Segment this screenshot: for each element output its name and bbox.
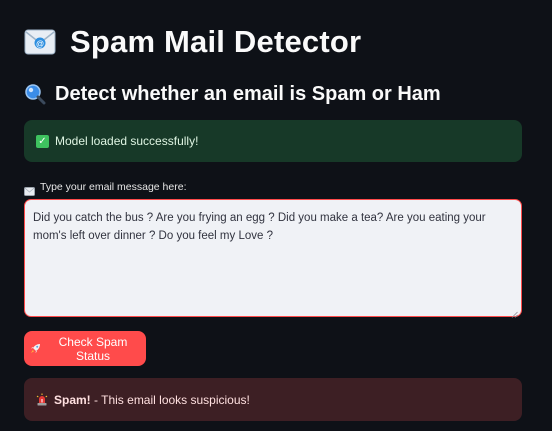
page-subtitle-row: Detect whether an email is Spam or Ham [24,80,441,108]
magnifying-glass-icon [24,83,46,105]
success-alert-text: Model loaded successfully! [55,134,199,148]
result-alert: Spam! - This email looks suspicious! [24,378,522,421]
resize-handle-icon[interactable] [511,306,518,318]
message-field-label: Type your email message here: [40,181,187,193]
page-title: Spam Mail Detector [70,24,362,59]
check-spam-status-label: Check Spam Status [58,334,128,363]
svg-text:@: @ [36,39,44,48]
email-message-textarea[interactable]: Did you catch the bus ? Are you frying a… [24,199,522,318]
app-root: @ Spam Mail Detector Detect whether an e… [0,0,552,431]
success-alert: ✓ Model loaded successfully! [24,120,522,162]
siren-icon [36,393,48,406]
email-message-text[interactable]: Did you catch the bus ? Are you frying a… [33,212,486,242]
check-spam-status-button[interactable]: Check Spam Status [24,331,146,366]
page-subtitle: Detect whether an email is Spam or Ham [55,82,441,105]
result-alert-text: Spam! - This email looks suspicious! [54,393,250,407]
check-mark-icon: ✓ [36,134,49,148]
email-envelope-icon: @ [24,29,56,55]
result-alert-strong: Spam! [54,392,91,407]
envelope-icon [24,183,35,196]
result-alert-message: - This email looks suspicious! [90,392,250,407]
message-field-label-row: Type your email message here: [24,180,187,196]
rocket-icon [30,343,41,354]
page-header: @ Spam Mail Detector [24,22,361,62]
